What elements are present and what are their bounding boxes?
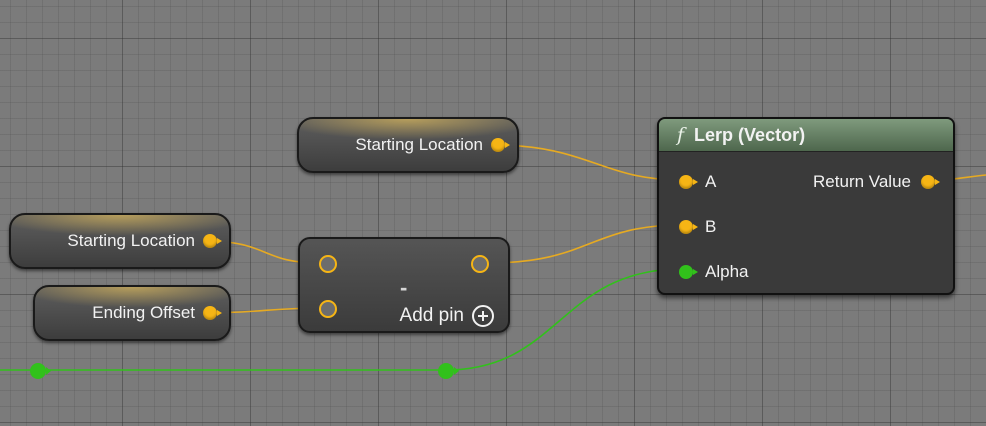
subtract-input-pin-a[interactable]: [319, 255, 337, 273]
plus-circle-icon: [472, 305, 494, 327]
reroute-arrow-left: [46, 367, 51, 375]
subtract-input-pin-b[interactable]: [319, 300, 337, 318]
subtract-operator: -: [400, 275, 408, 300]
vector-output-pin[interactable]: [203, 234, 222, 248]
wire-subtract-to-lerp-b: [487, 224, 683, 264]
vector-output-pin[interactable]: [491, 138, 510, 152]
lerp-input-b-label: B: [705, 217, 717, 236]
starting-location-node-top[interactable]: Starting Location: [297, 117, 519, 173]
vector-output-pin[interactable]: [921, 175, 940, 189]
float-input-pin[interactable]: [679, 265, 698, 279]
lerp-output-label: Return Value: [813, 172, 911, 191]
lerp-input-b[interactable]: B: [679, 217, 716, 237]
add-pin-button[interactable]: Add pin: [400, 305, 494, 327]
starting-location-node-left[interactable]: Starting Location: [9, 213, 231, 269]
lerp-output-return-value[interactable]: Return Value: [813, 172, 940, 192]
vector-output-pin[interactable]: [203, 306, 222, 320]
subtract-output-pin[interactable]: [471, 255, 489, 273]
node-label: Ending Offset: [92, 303, 195, 322]
lerp-node-title: Lerp (Vector): [694, 124, 806, 145]
lerp-input-a[interactable]: A: [679, 172, 716, 192]
reroute-node-left[interactable]: [30, 363, 46, 379]
lerp-vector-node[interactable]: f Lerp (Vector) A B Alpha Return Value: [657, 117, 955, 295]
subtract-node[interactable]: - Add pin: [298, 237, 510, 333]
wire-starting-location-to-lerp-a: [491, 144, 683, 181]
reroute-arrow-right: [454, 367, 459, 375]
node-label: Starting Location: [355, 135, 483, 154]
function-icon: f: [677, 124, 685, 146]
ending-offset-node[interactable]: Ending Offset: [33, 285, 231, 341]
add-pin-label: Add pin: [399, 305, 464, 326]
reroute-node-right[interactable]: [438, 363, 454, 379]
node-label: Starting Location: [67, 231, 195, 250]
vector-input-pin[interactable]: [679, 220, 698, 234]
lerp-input-a-label: A: [705, 172, 717, 191]
vector-input-pin[interactable]: [679, 175, 698, 189]
lerp-input-alpha[interactable]: Alpha: [679, 262, 748, 282]
lerp-input-alpha-label: Alpha: [705, 262, 749, 281]
lerp-node-header[interactable]: f Lerp (Vector): [659, 119, 953, 152]
